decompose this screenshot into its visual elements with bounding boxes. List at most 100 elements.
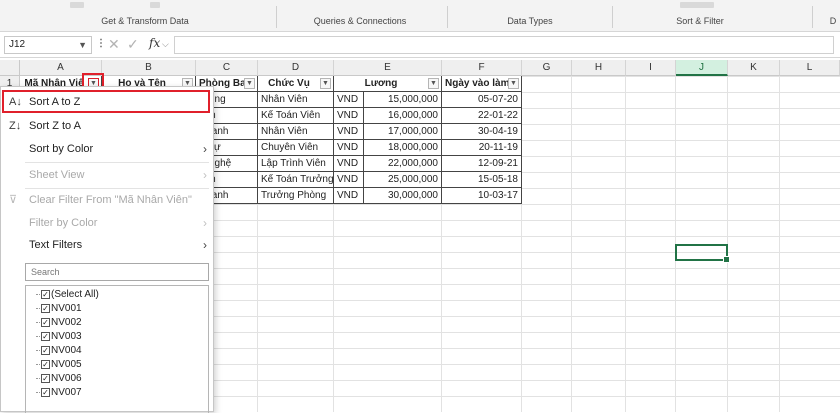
table-cell[interactable]: VND	[334, 188, 364, 204]
table-cell[interactable]: 12-09-21	[442, 156, 522, 172]
list-item[interactable]: ✓ NV002	[36, 316, 82, 329]
grid-col-line	[571, 76, 572, 412]
ribbon-group-sort-filter: Sort & Filter	[676, 16, 724, 26]
table-header-luong[interactable]: Lương ▼	[334, 76, 442, 92]
ribbon-button-stub[interactable]	[680, 2, 714, 8]
formula-input[interactable]	[174, 36, 834, 54]
table-cell[interactable]: 20-11-19	[442, 140, 522, 156]
table-header-ngay-vao-lam[interactable]: Ngày vào làm ▼	[442, 76, 522, 92]
sort-za-icon: Z↓	[9, 120, 22, 132]
table-cell[interactable]: Kế Toán Viên	[258, 108, 334, 124]
filter-dropdown-icon[interactable]: ▼	[508, 78, 519, 89]
grid-col-line	[779, 76, 780, 412]
list-item-label: NV005	[51, 359, 82, 370]
filter-dropdown-icon[interactable]: ▼	[428, 78, 439, 89]
select-all-corner[interactable]	[0, 60, 20, 76]
menu-item-label: Sheet View	[29, 169, 85, 181]
table-cell[interactable]: VND	[334, 108, 364, 124]
table-cell[interactable]: Chuyên Viên	[258, 140, 334, 156]
filter-value-list[interactable]: ✓ (Select All) ✓ NV001 ✓ NV002 ✓ NV003 ✓ NV00…	[25, 285, 209, 413]
name-box[interactable]: J12 ▼	[4, 36, 92, 54]
checkbox-checked-icon[interactable]: ✓	[41, 387, 50, 397]
column-header-d[interactable]: D	[258, 60, 334, 76]
chevron-right-icon: ›	[203, 168, 207, 182]
menu-item-sort-by-color[interactable]: Sort by Color ›	[1, 138, 213, 160]
filter-dropdown-icon[interactable]: ▼	[244, 78, 255, 89]
list-item-label: NV007	[51, 387, 82, 398]
list-item[interactable]: ✓ NV006	[36, 372, 82, 385]
table-cell[interactable]: Nhân Viên	[258, 124, 334, 140]
table-cell[interactable]: Lập Trình Viên	[258, 156, 334, 172]
cancel-icon[interactable]: ✕	[108, 36, 120, 53]
header-label: Chức Vụ	[268, 78, 310, 89]
menu-item-sort-z-to-a[interactable]: Z↓ Sort Z to A	[1, 115, 213, 137]
ribbon-group-next: D	[829, 16, 837, 26]
menu-item-text-filters[interactable]: Text Filters ›	[1, 234, 213, 256]
column-header-l[interactable]: L	[780, 60, 840, 76]
menu-item-clear-filter[interactable]: ⊽ Clear Filter From "Mã Nhân Viên"	[1, 189, 213, 211]
table-cell[interactable]: Kế Toán Trưởng	[258, 172, 334, 188]
table-cell[interactable]: Trưởng Phòng	[258, 188, 334, 204]
ribbon-group-queries: Queries & Connections	[313, 16, 407, 26]
table-cell[interactable]: 15,000,000	[364, 92, 442, 108]
menu-item-label: Sort by Color	[29, 143, 94, 155]
column-header-j[interactable]: J	[676, 60, 728, 76]
enter-icon[interactable]: ✓	[127, 36, 139, 53]
table-cell[interactable]: 22,000,000	[364, 156, 442, 172]
table-cell[interactable]: VND	[334, 124, 364, 140]
table-cell[interactable]: 16,000,000	[364, 108, 442, 124]
checkbox-checked-icon[interactable]: ✓	[41, 289, 50, 299]
list-item[interactable]: ✓ NV001	[36, 302, 82, 315]
checkbox-checked-icon[interactable]: ✓	[41, 373, 50, 383]
table-cell[interactable]: VND	[334, 92, 364, 108]
table-cell[interactable]: 17,000,000	[364, 124, 442, 140]
ribbon-button-stub[interactable]	[70, 2, 84, 8]
filter-dropdown-icon[interactable]: ▼	[320, 78, 331, 89]
table-cell[interactable]: 30-04-19	[442, 124, 522, 140]
insert-function-icon[interactable]: fx	[149, 36, 160, 50]
active-cell-j12[interactable]	[675, 244, 730, 263]
list-item-select-all[interactable]: ✓ (Select All)	[36, 288, 99, 301]
menu-item-filter-by-color[interactable]: Filter by Color ›	[1, 212, 213, 234]
column-header-b[interactable]: B	[102, 60, 196, 76]
table-cell[interactable]: Nhân Viên	[258, 92, 334, 108]
tree-line	[36, 307, 40, 309]
table-cell[interactable]: 15-05-18	[442, 172, 522, 188]
list-item[interactable]: ✓ NV007	[36, 386, 82, 399]
checkbox-checked-icon[interactable]: ✓	[41, 359, 50, 369]
list-item[interactable]: ✓ NV003	[36, 330, 82, 343]
checkbox-checked-icon[interactable]: ✓	[41, 317, 50, 327]
list-item[interactable]: ✓ NV005	[36, 358, 82, 371]
column-header-h[interactable]: H	[572, 60, 626, 76]
table-cell[interactable]: 18,000,000	[364, 140, 442, 156]
list-item-label: NV003	[51, 331, 82, 342]
column-header-f[interactable]: F	[442, 60, 522, 76]
checkbox-checked-icon[interactable]: ✓	[41, 331, 50, 341]
column-header-g[interactable]: G	[522, 60, 572, 76]
list-item[interactable]: ✓ NV004	[36, 344, 82, 357]
table-cell[interactable]: VND	[334, 172, 364, 188]
table-cell[interactable]: VND	[334, 156, 364, 172]
menu-item-label: Text Filters	[29, 239, 83, 251]
column-header-e[interactable]: E	[334, 60, 442, 76]
table-cell[interactable]: 22-01-22	[442, 108, 522, 124]
column-header-c[interactable]: C	[196, 60, 258, 76]
table-cell[interactable]: 25,000,000	[364, 172, 442, 188]
filter-search-input[interactable]: Search	[25, 263, 209, 281]
column-header-i[interactable]: I	[626, 60, 676, 76]
table-cell[interactable]: 10-03-17	[442, 188, 522, 204]
checkbox-checked-icon[interactable]: ✓	[41, 345, 50, 355]
checkbox-checked-icon[interactable]: ✓	[41, 303, 50, 313]
chevron-down-icon[interactable]: ▼	[78, 37, 87, 53]
chevron-down-icon[interactable]: ⌵	[162, 39, 169, 50]
table-cell[interactable]: 30,000,000	[364, 188, 442, 204]
menu-item-sheet-view[interactable]: Sheet View ›	[1, 164, 213, 186]
column-header-k[interactable]: K	[728, 60, 780, 76]
table-cell[interactable]: VND	[334, 140, 364, 156]
table-header-chuc-vu[interactable]: Chức Vụ ▼	[258, 76, 334, 92]
ribbon-button-stub[interactable]	[150, 2, 160, 8]
list-item-label: (Select All)	[51, 289, 99, 300]
menu-divider	[25, 162, 209, 163]
table-cell[interactable]: 05-07-20	[442, 92, 522, 108]
more-options-icon[interactable]: ⋮	[96, 38, 106, 49]
